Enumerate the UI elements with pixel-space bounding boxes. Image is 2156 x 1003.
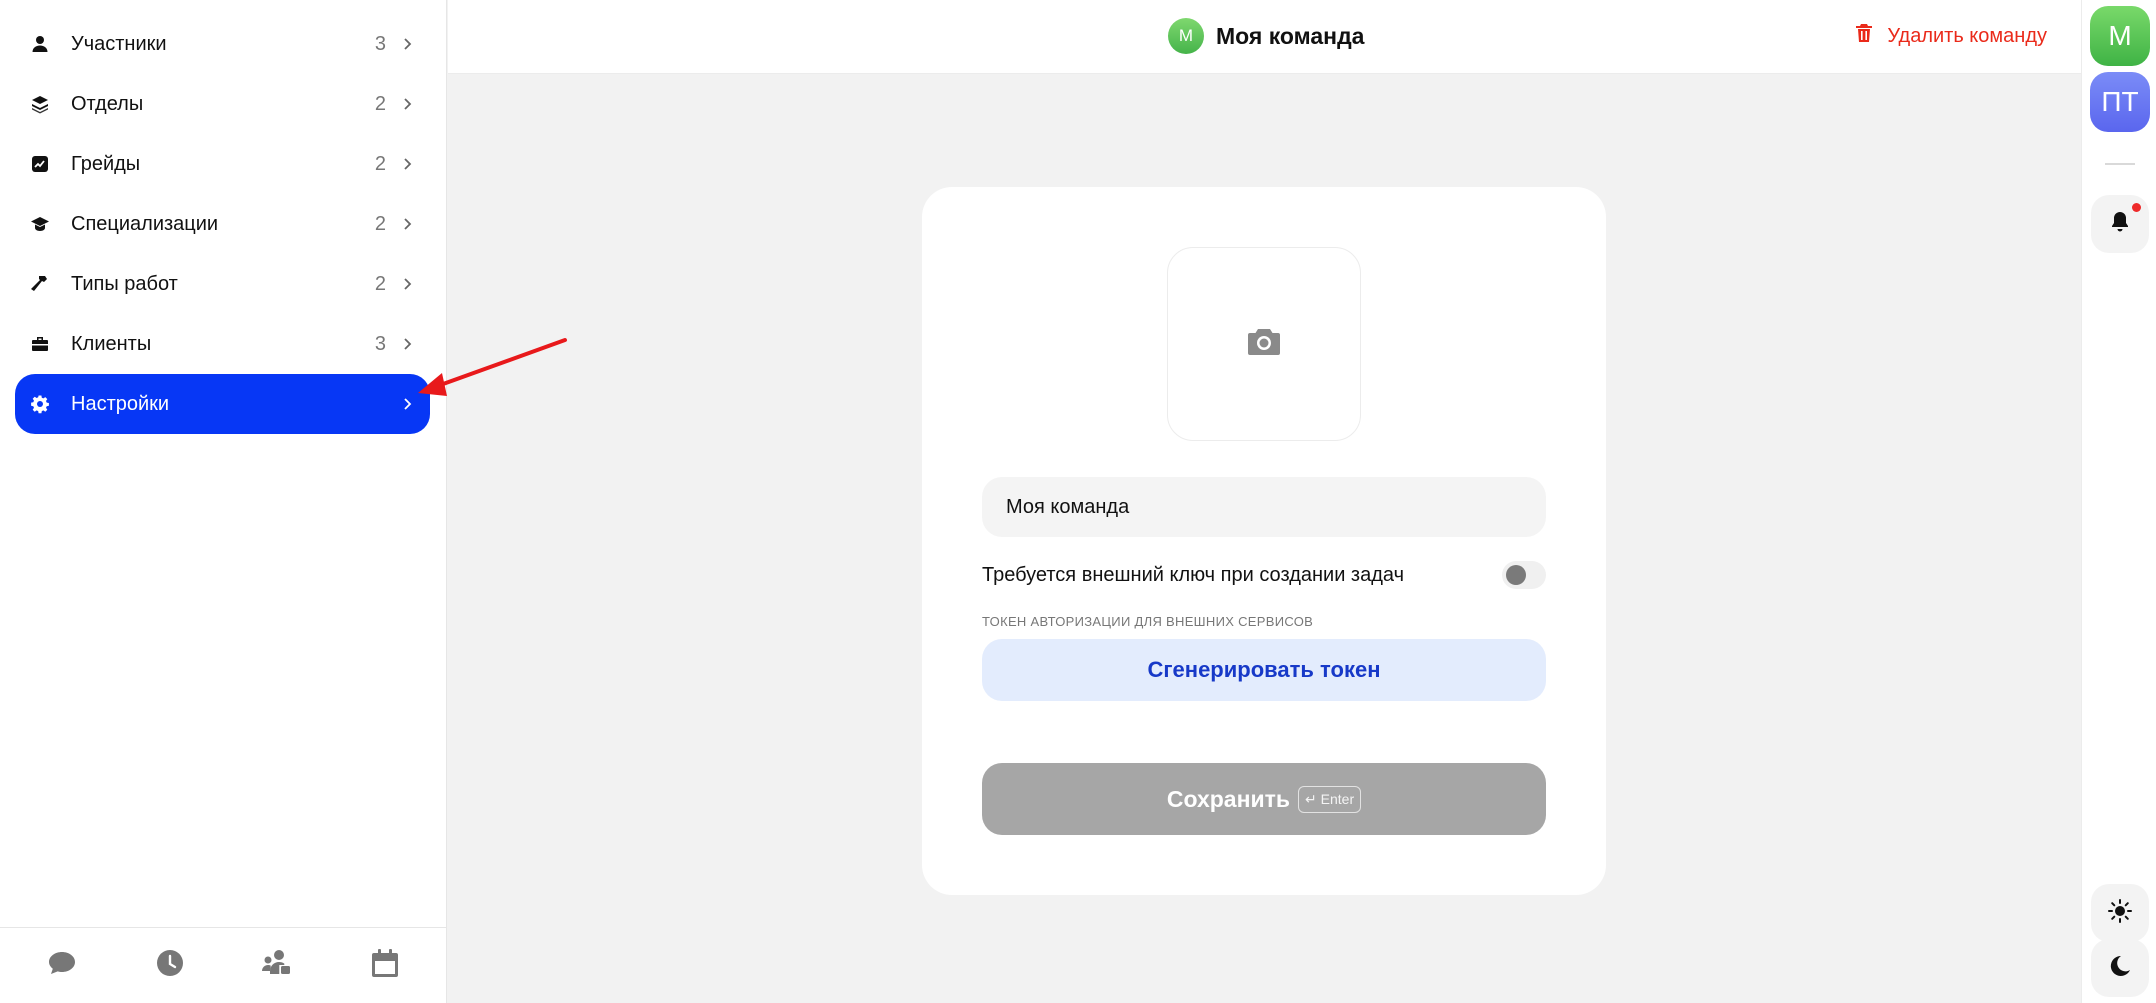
chevron-right-icon bbox=[398, 395, 416, 413]
chevron-right-icon bbox=[398, 215, 416, 233]
chevron-right-icon bbox=[398, 335, 416, 353]
sidebar-item-settings[interactable]: Настройки bbox=[15, 374, 430, 434]
team-settings-card: Моя команда Требуется внешний ключ при с… bbox=[922, 187, 1606, 895]
graduation-cap-icon bbox=[29, 213, 51, 235]
calendar-icon bbox=[369, 947, 401, 984]
sidebar-item-departments[interactable]: Отделы 2 bbox=[15, 74, 430, 134]
team-icon bbox=[261, 947, 293, 984]
sidebar-item-label: Типы работ bbox=[71, 272, 178, 295]
light-theme-button[interactable] bbox=[2091, 884, 2149, 942]
sidebar-item-count: 2 bbox=[374, 212, 386, 235]
trash-icon bbox=[1853, 22, 1887, 50]
sidebar-item-label: Отделы bbox=[71, 92, 144, 115]
top-bar: М Моя команда Удалить команду bbox=[448, 0, 2081, 74]
sidebar-item-count: 2 bbox=[374, 272, 386, 295]
sidebar-item-label: Клиенты bbox=[71, 332, 152, 355]
team-name-input[interactable]: Моя команда bbox=[982, 477, 1546, 537]
chart-icon bbox=[29, 153, 51, 175]
chat-button[interactable] bbox=[34, 938, 90, 994]
gear-icon bbox=[29, 393, 51, 415]
user-icon bbox=[29, 33, 51, 55]
page-title: Моя команда bbox=[1216, 22, 1365, 49]
chevron-right-icon bbox=[398, 155, 416, 173]
sidebar-item-count: 2 bbox=[374, 152, 386, 175]
sidebar-footer bbox=[0, 927, 447, 1003]
sidebar: Участники 3 Отделы 2 Грейды 2 Специализа… bbox=[0, 0, 447, 1003]
sidebar-item-grades[interactable]: Грейды 2 bbox=[15, 134, 430, 194]
bell-icon bbox=[2107, 209, 2133, 240]
camera-icon bbox=[1245, 323, 1283, 366]
delete-team-button[interactable]: Удалить команду bbox=[1853, 22, 2047, 50]
moon-icon bbox=[2107, 953, 2133, 984]
team-switch-m[interactable]: М bbox=[2090, 6, 2150, 66]
chat-icon bbox=[46, 947, 78, 984]
history-button[interactable] bbox=[142, 938, 198, 994]
team-switch-pt[interactable]: ПТ bbox=[2090, 72, 2150, 132]
team-button[interactable] bbox=[249, 938, 305, 994]
toggle-knob bbox=[1506, 565, 1526, 585]
hammer-icon bbox=[29, 273, 51, 295]
generate-token-button[interactable]: Сгенерировать токен bbox=[982, 639, 1546, 701]
rail-divider bbox=[2105, 163, 2135, 165]
chevron-right-icon bbox=[398, 275, 416, 293]
sidebar-item-members[interactable]: Участники 3 bbox=[15, 14, 430, 74]
sidebar-item-clients[interactable]: Клиенты 3 bbox=[15, 314, 430, 374]
sidebar-item-label: Грейды bbox=[71, 152, 141, 175]
sidebar-item-label: Специализации bbox=[71, 212, 219, 235]
sidebar-item-count: 2 bbox=[374, 92, 386, 115]
sidebar-item-count: 3 bbox=[374, 332, 386, 355]
external-key-label: Требуется внешний ключ при создании зада… bbox=[982, 563, 1404, 586]
notifications-button[interactable] bbox=[2091, 195, 2149, 253]
save-label: Сохранить bbox=[1166, 785, 1291, 812]
external-key-row: Требуется внешний ключ при создании зада… bbox=[982, 560, 1546, 590]
sidebar-item-count: 3 bbox=[374, 32, 386, 55]
token-caption: ТОКЕН АВТОРИЗАЦИИ ДЛЯ ВНЕШНИХ СЕРВИСОВ bbox=[982, 614, 1314, 629]
sun-icon bbox=[2107, 898, 2133, 929]
notification-dot bbox=[2132, 203, 2141, 212]
chevron-right-icon bbox=[398, 35, 416, 53]
team-header: М Моя команда bbox=[1168, 18, 1364, 54]
team-photo-upload[interactable] bbox=[1167, 247, 1361, 441]
right-rail: М ПТ bbox=[2081, 0, 2156, 1003]
sidebar-item-label: Настройки bbox=[71, 392, 170, 415]
calendar-button[interactable] bbox=[357, 938, 413, 994]
save-button[interactable]: Сохранить ↵ Enter bbox=[982, 763, 1546, 835]
sidebar-item-label: Участники bbox=[71, 32, 167, 55]
layers-icon bbox=[29, 93, 51, 115]
dark-theme-button[interactable] bbox=[2091, 939, 2149, 997]
team-avatar: М bbox=[1168, 18, 1204, 54]
sidebar-item-work-types[interactable]: Типы работ 2 bbox=[15, 254, 430, 314]
enter-key-hint: ↵ Enter bbox=[1298, 785, 1362, 813]
sidebar-nav: Участники 3 Отделы 2 Грейды 2 Специализа… bbox=[0, 0, 446, 434]
sidebar-item-specializations[interactable]: Специализации 2 bbox=[15, 194, 430, 254]
external-key-toggle[interactable] bbox=[1502, 561, 1546, 589]
briefcase-icon bbox=[29, 333, 51, 355]
chevron-right-icon bbox=[398, 95, 416, 113]
clock-icon bbox=[154, 947, 186, 984]
delete-team-label: Удалить команду bbox=[1887, 24, 2047, 47]
